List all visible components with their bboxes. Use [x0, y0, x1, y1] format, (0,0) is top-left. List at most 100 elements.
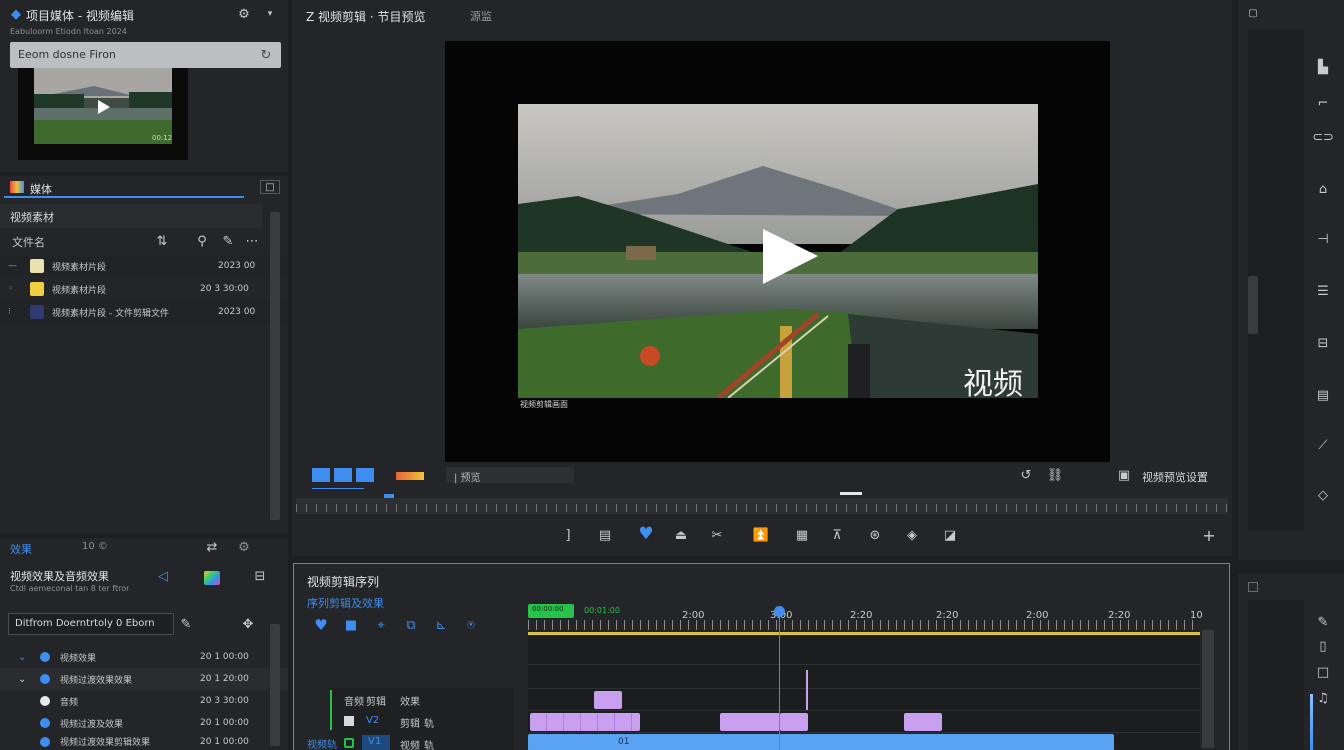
track-enable-bar[interactable]	[330, 690, 332, 730]
panel-checkbox[interactable]	[1248, 582, 1258, 592]
more-icon[interactable]: ⋯	[244, 233, 260, 249]
track-lock-icon[interactable]	[344, 716, 354, 726]
tab-effects-extra[interactable]: 10 ©	[82, 541, 108, 552]
favorite-icon[interactable]: ♥	[636, 524, 656, 544]
viewer-playhead[interactable]	[840, 492, 862, 495]
layers-icon[interactable]: ▤	[1314, 386, 1332, 404]
collapse-icon[interactable]: ⌄	[18, 652, 26, 663]
settings-icon[interactable]: ⚙	[236, 540, 252, 555]
media-scrollbar[interactable]	[270, 212, 280, 520]
list-item[interactable]: ⌄ 视频过渡效果效果 20 1 20:00	[0, 668, 288, 690]
list-item[interactable]: 视频过渡效果剪辑效果 20 1 00:00	[0, 733, 288, 750]
brush-icon[interactable]: ⟋	[1314, 436, 1332, 454]
expand-icon[interactable]: —	[8, 261, 17, 271]
video-frame[interactable]	[518, 104, 1038, 398]
list-icon[interactable]: ☰	[1314, 282, 1332, 300]
list-item[interactable]: 音频 20 3 30:00	[0, 690, 288, 712]
viewer-settings-label[interactable]: 视频预览设置	[1142, 469, 1208, 485]
tab-effects[interactable]: 效果	[10, 541, 32, 557]
playhead-handle[interactable]	[774, 606, 785, 617]
linked-icon[interactable]: ⊾	[432, 616, 450, 634]
sort-icon[interactable]: ⇅	[154, 233, 170, 249]
timeline-clip[interactable]	[594, 691, 622, 709]
expand-icon[interactable]: ◦	[8, 284, 13, 294]
panel-menu-icon[interactable]: ▢	[1246, 6, 1260, 20]
move-icon[interactable]: ✥	[240, 616, 256, 632]
timeline-playhead[interactable]	[779, 612, 780, 750]
timeline-clip[interactable]	[780, 713, 808, 731]
effects-search-input[interactable]: Ditfrom Doerntrtoly 0 Eborn	[8, 613, 174, 635]
expand-icon[interactable]: ⁝	[8, 307, 11, 317]
edit-icon[interactable]: ✎	[220, 233, 236, 249]
inspector-scrollbar[interactable]	[1248, 276, 1258, 334]
track-label[interactable]: 音频	[344, 693, 364, 708]
swap-icon[interactable]: ⇄	[204, 540, 220, 555]
chevron-down-icon[interactable]: ▾	[264, 8, 276, 20]
safe-margin-icon[interactable]: ⊛	[866, 526, 884, 544]
snap-icon[interactable]: ⧉	[402, 616, 420, 634]
tab-source[interactable]: 源监	[470, 8, 492, 24]
list-item[interactable]: ⁝ 视频素材片段 - 文件剪辑文件 2023 00	[0, 301, 288, 323]
favorite-icon[interactable]: ♥	[312, 616, 330, 634]
loop-icon[interactable]: ↺	[1018, 466, 1034, 484]
bottom-track-label[interactable]: 视频轨	[307, 736, 337, 750]
book-icon[interactable]: ▯	[1314, 638, 1332, 654]
effects-scrollbar[interactable]	[270, 624, 280, 746]
timeline-scrollbar[interactable]	[1202, 630, 1214, 748]
square-icon[interactable]: □	[1314, 664, 1332, 680]
list-header-name[interactable]: 文件名	[12, 234, 45, 250]
folder-icon[interactable]: ■	[342, 616, 360, 634]
tab-media[interactable]: 媒体	[30, 181, 52, 197]
panel-menu-icon[interactable]: □	[260, 180, 280, 194]
work-area-bar[interactable]	[528, 632, 1200, 635]
list-item[interactable]: 视频过渡及效果 20 1 00:00	[0, 712, 288, 734]
edit-icon[interactable]: ✎	[1314, 614, 1332, 630]
transition-icon[interactable]: ⊂⊃	[1312, 128, 1334, 146]
minus-square-icon[interactable]: ⊟	[1314, 334, 1332, 352]
text-tool-icon[interactable]: ▙	[1314, 58, 1332, 76]
camera-icon[interactable]: ▦	[792, 526, 812, 544]
project-thumbnail[interactable]: 00:12	[18, 68, 188, 160]
extract-icon[interactable]: ⏫	[752, 526, 770, 544]
track-visibility-icon[interactable]	[344, 738, 354, 748]
add-button-icon[interactable]: +	[1200, 526, 1218, 545]
list-item[interactable]: ◦ 视频素材片段 20 3 30:00	[0, 278, 288, 300]
link-icon[interactable]: ⛓	[1044, 466, 1066, 484]
settings-icon[interactable]: ⚙	[236, 6, 252, 22]
export-frame-icon[interactable]: ▣	[1116, 466, 1132, 484]
collapse-icon[interactable]: ⌄	[18, 674, 26, 685]
arrow-left-icon[interactable]: ◁	[156, 568, 170, 584]
compare-icon[interactable]: ◪	[940, 526, 960, 544]
edit-icon[interactable]: ✎	[178, 616, 194, 632]
project-search-bar[interactable]: Eeom dosne Firon ↻	[10, 42, 281, 68]
timeline-ruler[interactable]	[528, 620, 1200, 630]
audio-icon[interactable]: ♫	[1314, 690, 1332, 706]
timeline-clip[interactable]	[530, 713, 640, 731]
lift-icon[interactable]: ⏏	[672, 526, 690, 544]
viewer-in-marker[interactable]	[384, 494, 394, 498]
tab-program[interactable]: Z 视频剪辑 · 节目预览	[306, 8, 425, 25]
color-wheel-icon[interactable]	[204, 571, 220, 585]
fill-icon[interactable]: ◇	[1314, 486, 1332, 504]
refresh-icon[interactable]: ↻	[258, 47, 274, 63]
mark-out-icon[interactable]: ]	[560, 526, 576, 544]
viewer-ruler[interactable]	[296, 498, 1228, 514]
track-target-button[interactable]: V1	[362, 735, 390, 750]
timeline-clip[interactable]	[720, 713, 780, 731]
list-item[interactable]: — 视频素材片段 2023 00	[0, 255, 288, 277]
marker-icon[interactable]: ⍟	[462, 616, 480, 634]
view-mode-buttons[interactable]	[312, 468, 376, 482]
timeline-clip[interactable]	[528, 734, 1114, 750]
record-icon[interactable]	[396, 472, 424, 480]
timeline-start-badge[interactable]: 00:00:00	[528, 604, 574, 618]
razor-icon[interactable]: ✂	[708, 526, 726, 544]
step-icon[interactable]: ⊼	[828, 526, 846, 544]
list-item[interactable]: ⌄ 视频效果 20 1 00:00	[0, 646, 288, 668]
track-label[interactable]: V2	[366, 715, 379, 726]
comment-icon[interactable]: ⌖	[372, 616, 390, 634]
home-icon[interactable]: ⌂	[1314, 180, 1332, 198]
expand-panel-icon[interactable]: ⊟	[252, 568, 268, 584]
tag-icon[interactable]: ◈	[902, 526, 922, 544]
crop-icon[interactable]: ⌐	[1314, 96, 1332, 111]
timeline-clip[interactable]	[904, 713, 942, 731]
